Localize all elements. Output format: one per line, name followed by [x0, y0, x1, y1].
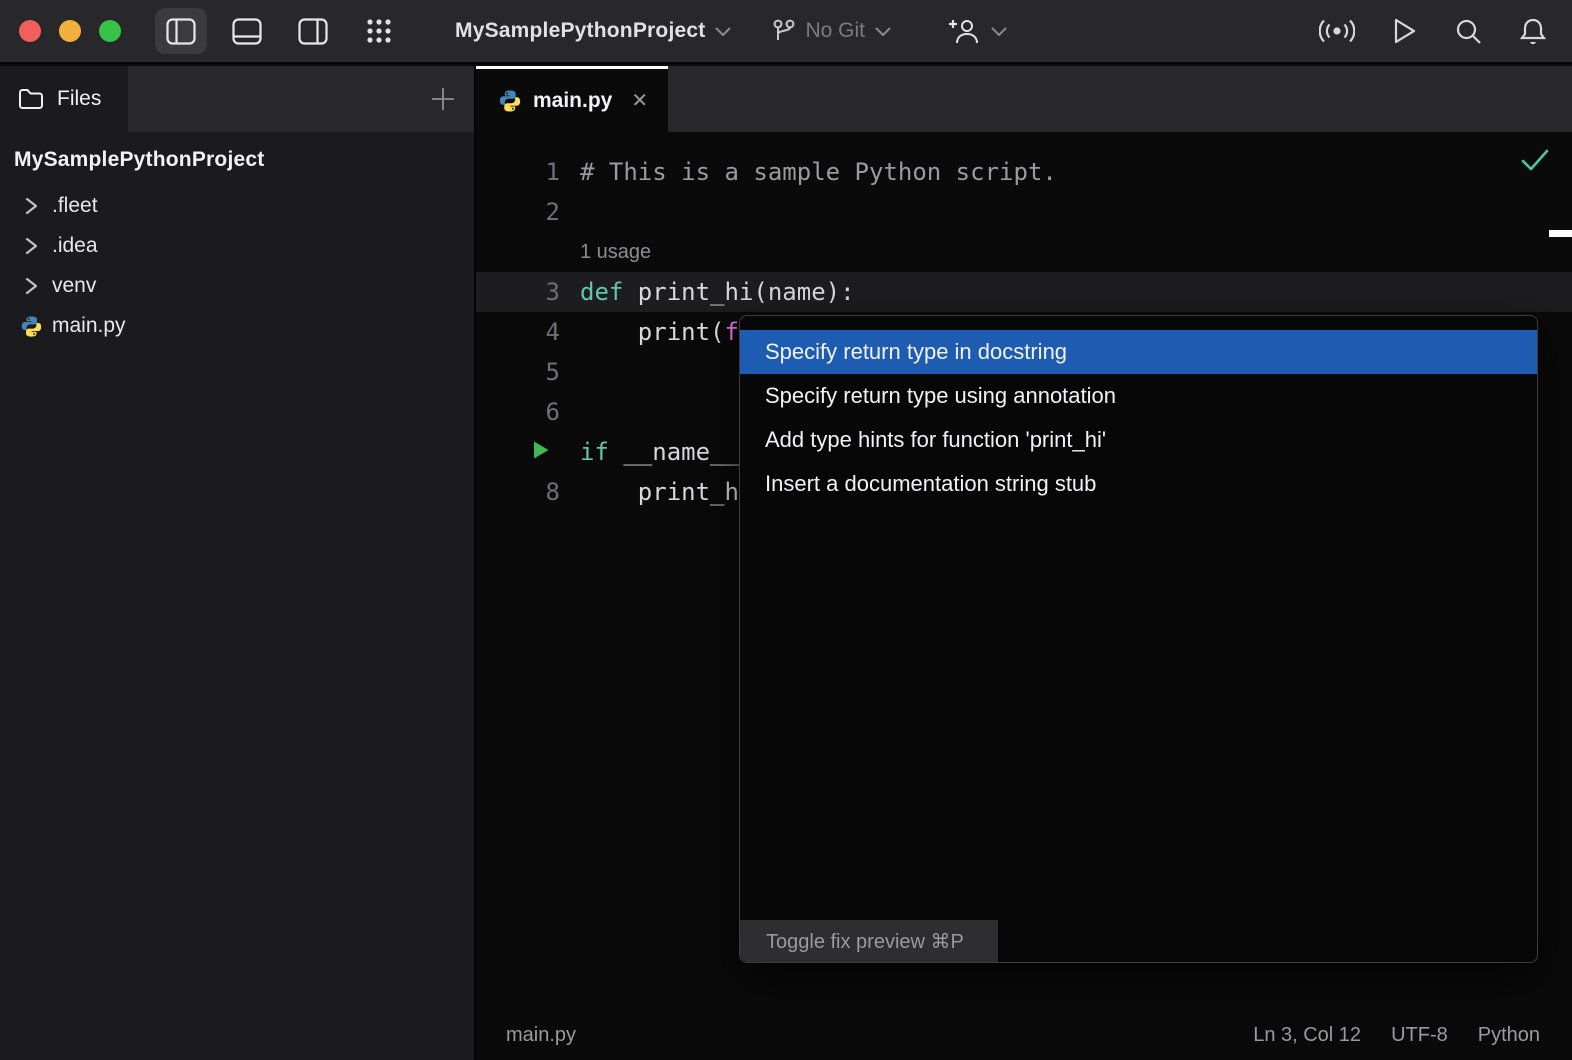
- panel-toggles: [155, 8, 405, 54]
- statusbar-file-label: main.py: [506, 1024, 576, 1047]
- code-text: # This is a sample Python script.: [560, 158, 1057, 186]
- git-status-label: No Git: [805, 19, 865, 43]
- line-number: 2: [476, 198, 560, 226]
- code-text: print_h: [560, 478, 739, 506]
- traffic-lights: [0, 20, 121, 42]
- scrollbar-cursor-mark: [1549, 230, 1572, 237]
- chevron-right-icon[interactable]: [16, 276, 46, 296]
- code-text: if __name__: [560, 438, 739, 466]
- workspace-grid-button[interactable]: [353, 8, 405, 54]
- code-line-1[interactable]: 1# This is a sample Python script.: [476, 152, 1572, 192]
- git-widget[interactable]: No Git: [773, 18, 891, 44]
- code-text: print(f: [560, 318, 739, 346]
- project-root-label[interactable]: MySamplePythonProject: [14, 148, 264, 172]
- close-window-button[interactable]: [19, 20, 41, 42]
- usages-inlay-hint[interactable]: 1 usage: [580, 235, 651, 269]
- statusbar-widgets: Ln 3, Col 12 UTF-8 Python: [1253, 1024, 1572, 1047]
- quick-fix-item-specify-return-type-using-annotation[interactable]: Specify return type using annotation: [740, 374, 1537, 418]
- git-branch-icon: [773, 18, 795, 44]
- search-button[interactable]: [1455, 18, 1482, 45]
- file-explorer: MySamplePythonProject .fleet .idea venv mai…: [0, 132, 474, 1060]
- chevron-down-icon: [875, 27, 891, 36]
- line-number: 6: [476, 398, 560, 426]
- quick-fix-list: Specify return type in docstringSpecify …: [740, 316, 1537, 506]
- panel-left-icon: [166, 18, 196, 45]
- line-number: 3: [476, 278, 560, 306]
- language-widget[interactable]: Python: [1478, 1024, 1540, 1047]
- tree-item-label: .fleet: [52, 194, 98, 218]
- chevron-right-icon[interactable]: [16, 236, 46, 256]
- quick-fix-item-insert-a-documentation-string-stub[interactable]: Insert a documentation string stub: [740, 462, 1537, 506]
- code-text: def print_hi(name):: [560, 278, 855, 306]
- fleet-window: MySamplePythonProject No Git: [0, 0, 1572, 1060]
- minimize-window-button[interactable]: [59, 20, 81, 42]
- tree-item-label: .idea: [52, 234, 98, 258]
- quick-fix-popup: Specify return type in docstringSpecify …: [739, 315, 1538, 963]
- editor-tab-strip: main.py ✕: [476, 66, 1572, 132]
- tree-item--idea[interactable]: .idea: [0, 226, 474, 266]
- folder-icon: [18, 88, 44, 110]
- left-panel-header: Files: [0, 66, 474, 132]
- file-tree: .fleet .idea venv main.py: [0, 186, 474, 346]
- add-person-icon: [949, 17, 979, 45]
- line-number: 4: [476, 318, 560, 346]
- toggle-fix-preview-label: Toggle fix preview ⌘P: [766, 929, 964, 954]
- notifications-button[interactable]: [1520, 17, 1546, 46]
- add-tool-button[interactable]: [430, 86, 456, 112]
- files-tab-label: Files: [57, 87, 101, 111]
- python-file-icon: [498, 89, 522, 113]
- panel-bottom-icon: [232, 18, 262, 45]
- inspection-status-check-icon[interactable]: [1520, 148, 1550, 172]
- toggle-fix-preview-button[interactable]: Toggle fix preview ⌘P: [740, 920, 998, 962]
- tab-files[interactable]: Files: [0, 66, 128, 132]
- toggle-right-panel-button[interactable]: [287, 8, 339, 54]
- tree-item--fleet[interactable]: .fleet: [0, 186, 474, 226]
- python-file-icon: [16, 315, 46, 338]
- chevron-down-icon: [715, 27, 731, 36]
- broadcast-button[interactable]: [1319, 18, 1355, 44]
- status-bar: main.py Ln 3, Col 12 UTF-8 Python: [476, 1010, 1572, 1060]
- quick-fix-item-add-type-hints-for-function-print-hi[interactable]: Add type hints for function 'print_hi': [740, 418, 1537, 462]
- encoding-widget[interactable]: UTF-8: [1391, 1024, 1448, 1047]
- toggle-bottom-panel-button[interactable]: [221, 8, 273, 54]
- line-number: 5: [476, 358, 560, 386]
- grid-dots-icon: [366, 18, 392, 44]
- tree-item-main-py[interactable]: main.py: [0, 306, 474, 346]
- line-number: 1: [476, 158, 560, 186]
- run-button[interactable]: [1393, 17, 1417, 45]
- toggle-left-panel-button[interactable]: [155, 8, 207, 54]
- line-number: 8: [476, 478, 560, 506]
- run-gutter-icon[interactable]: [476, 438, 560, 466]
- tree-item-label: main.py: [52, 314, 126, 338]
- editor-tab-label: main.py: [533, 89, 612, 113]
- title-bar: MySamplePythonProject No Git: [0, 0, 1572, 64]
- collaboration-widget[interactable]: [949, 17, 1007, 45]
- zoom-window-button[interactable]: [99, 20, 121, 42]
- chevron-down-icon: [991, 27, 1007, 36]
- left-panel: Files MySamplePythonProject .fleet .idea v…: [0, 66, 476, 1060]
- tree-item-venv[interactable]: venv: [0, 266, 474, 306]
- tab-main-py[interactable]: main.py ✕: [476, 66, 668, 132]
- code-line-2[interactable]: 2: [476, 192, 1572, 232]
- code-line-3[interactable]: 3def print_hi(name):: [476, 272, 1572, 312]
- project-selector[interactable]: MySamplePythonProject: [455, 19, 731, 43]
- quick-fix-item-specify-return-type-in-docstring[interactable]: Specify return type in docstring: [740, 330, 1537, 374]
- chevron-right-icon[interactable]: [16, 196, 46, 216]
- caret-position-widget[interactable]: Ln 3, Col 12: [1253, 1024, 1361, 1047]
- tree-item-label: venv: [52, 274, 96, 298]
- close-tab-icon[interactable]: ✕: [631, 88, 648, 113]
- panel-right-icon: [298, 18, 328, 45]
- project-title: MySamplePythonProject: [455, 19, 705, 43]
- titlebar-actions: [1319, 17, 1572, 46]
